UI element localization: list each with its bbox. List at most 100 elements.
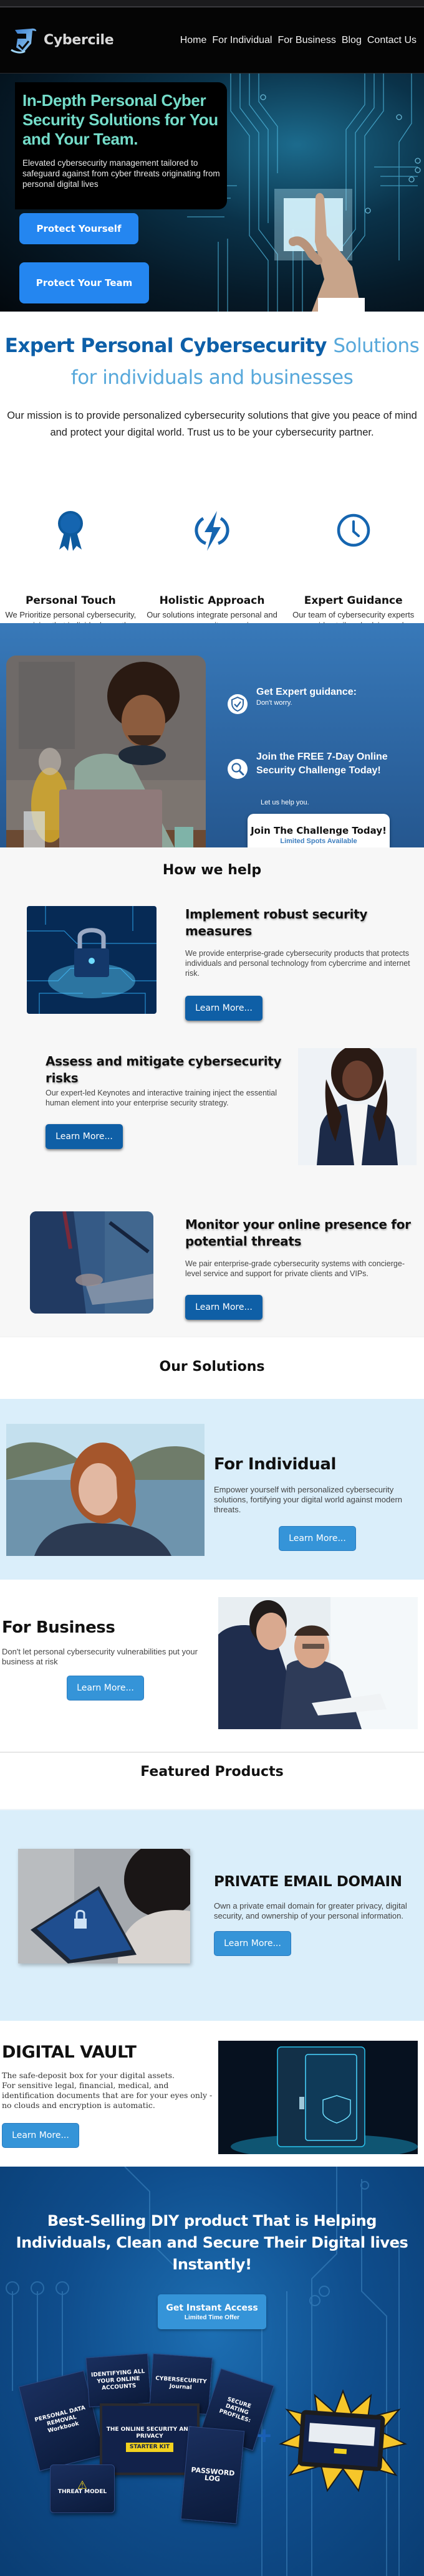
nav-blog[interactable]: Blog [342, 35, 362, 46]
expert-heading-dark: Expert Personal Cybersecurity [4, 335, 327, 357]
expert-section: Expert Personal Cybersecurity Solutions … [0, 312, 424, 651]
expert-guidance-sub: Don't worry. [256, 699, 292, 707]
featured-products-header: Featured Products [0, 1753, 424, 1809]
help-item-text: We provide enterprise-grade cybersecurit… [185, 949, 410, 978]
challenge-content: Get Expert guidance: Don't worry. Join t… [228, 685, 415, 856]
threat-model-label: THREAT MODEL [57, 2489, 107, 2495]
limited-time-offer-label: Limited Time Offer [184, 2314, 240, 2321]
for-business-title: For Business [2, 1618, 115, 1637]
challenge-section: Get Expert guidance: Don't worry. Join t… [0, 623, 424, 885]
learn-more-button[interactable]: Learn More... [185, 996, 263, 1021]
feature-title: Personal Touch [25, 594, 116, 607]
private-email-content: PRIVATE EMAIL DOMAIN Own a private email… [214, 1874, 420, 1956]
email-laptop-photo [18, 1849, 190, 1963]
digital-vault-title: DIGITAL VAULT [2, 2043, 137, 2062]
nav-contact-us[interactable]: Contact Us [367, 35, 417, 46]
magnifier-icon [228, 759, 248, 779]
help-text: Let us help you. [261, 799, 309, 806]
top-bar [0, 0, 424, 7]
hero-title: In-Depth Personal Cyber Security Solutio… [22, 91, 218, 148]
diy-product-title: Best-Selling DIY product That is Helping… [16, 2212, 408, 2273]
for-business-content: For Business Don't let personal cybersec… [2, 1618, 208, 1701]
speaker-podium-photo [30, 1211, 153, 1314]
hero-section: In-Depth Personal Cyber Security Solutio… [0, 74, 424, 312]
private-email-title: PRIVATE EMAIL DOMAIN [214, 1874, 402, 1890]
protect-your-team-button[interactable]: Protect Your Team [19, 262, 149, 303]
nav-links: Home For Individual For Business Blog Co… [180, 35, 417, 46]
digital-vault-line2: For sensitive legal, financial, medical,… [2, 2081, 213, 2110]
for-business-text: Don't let personal cybersecurity vulnera… [2, 1647, 198, 1666]
how-we-help-title: How we help [162, 862, 262, 878]
learn-more-button[interactable]: Learn More... [67, 1676, 144, 1701]
book-identifying-accounts: IDENTIFYING ALL YOUR ONLINE ACCOUNTS [85, 2353, 152, 2408]
get-instant-access-label: Get Instant Access [166, 2302, 258, 2313]
warning-icon: ⚠ [77, 2479, 88, 2492]
get-instant-access-button[interactable]: Get Instant Access Limited Time Offer [158, 2294, 266, 2329]
bonus-spreadsheet-starburst [279, 2389, 407, 2493]
feature-title: Holistic Approach [159, 594, 265, 607]
protect-yourself-button[interactable]: Protect Yourself [19, 213, 138, 244]
challenge-title: Join the FREE 7-Day Online Security Chal… [256, 751, 388, 776]
learn-more-button[interactable]: Learn More... [2, 2123, 79, 2148]
shield-logo-icon [11, 28, 37, 54]
help-item-text: Our expert-led Keynotes and interactive … [46, 1089, 277, 1107]
shield-check-icon [228, 694, 248, 714]
vault-safe-image [218, 2041, 418, 2154]
lightning-bolt-icon [195, 511, 229, 551]
award-ribbon-icon [58, 511, 84, 551]
help-item-title: Assess and mitigate cybersecurity risks [46, 1054, 282, 1085]
limited-spots-label: Limited Spots Available [280, 837, 357, 845]
woman-portrait-photo [6, 1424, 205, 1556]
businessmen-photo [218, 1597, 418, 1729]
for-individual-text: Empower yourself with personalized cyber… [214, 1485, 403, 1514]
digital-vault-line1: The safe-deposit box for your digital as… [2, 2071, 175, 2080]
laptop-starter-kit: THE ONLINE SECURITY AND PRIVACY STARTER … [100, 2403, 200, 2475]
expert-guidance-item: Get Expert guidance: Don't worry. [228, 685, 415, 714]
clock-icon [337, 513, 370, 547]
hero-subtitle: Elevated cybersecurity management tailor… [22, 158, 220, 189]
for-individual-content: For Individual Empower yourself with per… [214, 1455, 417, 1551]
plus-icon: + [257, 2422, 272, 2450]
help-item-title: Implement robust security measures [185, 907, 368, 938]
for-individual-section: For Individual Empower yourself with per… [0, 1399, 424, 1580]
our-solutions-header: Our Solutions [0, 1337, 424, 1399]
navbar: Cybercile Home For Individual For Busine… [0, 7, 424, 74]
help-item-2: Assess and mitigate cybersecurity risks … [46, 1053, 282, 1149]
logo[interactable]: Cybercile [9, 25, 114, 56]
for-business-section: For Business Don't let personal cybersec… [0, 1580, 424, 1753]
help-item-title: Monitor your online presence for potenti… [185, 1217, 411, 1249]
starter-kit-heading: THE ONLINE SECURITY AND PRIVACY [106, 2426, 193, 2440]
challenge-item: Join the FREE 7-Day Online Security Chal… [228, 750, 415, 779]
starter-kit-badge: STARTER KIT [125, 2443, 174, 2452]
nav-for-individual[interactable]: For Individual [212, 35, 272, 46]
join-challenge-label: Join The Challenge Today! [251, 825, 387, 836]
our-solutions-title: Our Solutions [159, 1359, 265, 1375]
private-email-section: PRIVATE EMAIL DOMAIN Own a private email… [0, 1809, 424, 2021]
expert-guidance-title: Get Expert guidance: [256, 687, 357, 697]
digital-vault-section: DIGITAL VAULT The safe-deposit box for y… [0, 2021, 424, 2167]
mission-text: Our mission is to provide personalized c… [7, 410, 417, 438]
nav-home[interactable]: Home [180, 35, 207, 46]
featured-products-title: Featured Products [140, 1764, 284, 1780]
help-item-3: Monitor your online presence for potenti… [185, 1216, 416, 1320]
expert-heading: Expert Personal Cybersecurity Solutions … [0, 330, 424, 394]
feature-title: Expert Guidance [304, 594, 403, 607]
learn-more-button[interactable]: Learn More... [214, 1931, 291, 1956]
help-item-1: Implement robust security measures We pr… [185, 906, 416, 1021]
brand-name: Cybercile [44, 32, 114, 48]
page: Cybercile Home For Individual For Busine… [0, 0, 424, 2576]
nav-for-business[interactable]: For Business [277, 35, 335, 46]
digital-vault-content: DIGITAL VAULT The safe-deposit box for y… [2, 2043, 214, 2148]
businesswoman-photo [298, 1048, 417, 1165]
how-we-help-section: How we help Implement robust security me… [0, 847, 424, 1337]
learn-more-button[interactable]: Learn More... [185, 1295, 263, 1320]
learn-more-button[interactable]: Learn More... [279, 1526, 356, 1551]
tablet-threat-model: ⚠ THREAT MODEL [50, 2464, 115, 2513]
help-item-text: We pair enterprise-grade cybersecurity s… [185, 1259, 405, 1278]
hero-card: In-Depth Personal Cyber Security Solutio… [15, 82, 227, 209]
private-email-text: Own a private email domain for greater p… [214, 1901, 407, 1920]
padlock-circuit-image [27, 906, 157, 1014]
for-individual-title: For Individual [214, 1455, 336, 1474]
diy-product-section: Best-Selling DIY product That is Helping… [0, 2167, 424, 2576]
learn-more-button[interactable]: Learn More... [46, 1124, 123, 1149]
